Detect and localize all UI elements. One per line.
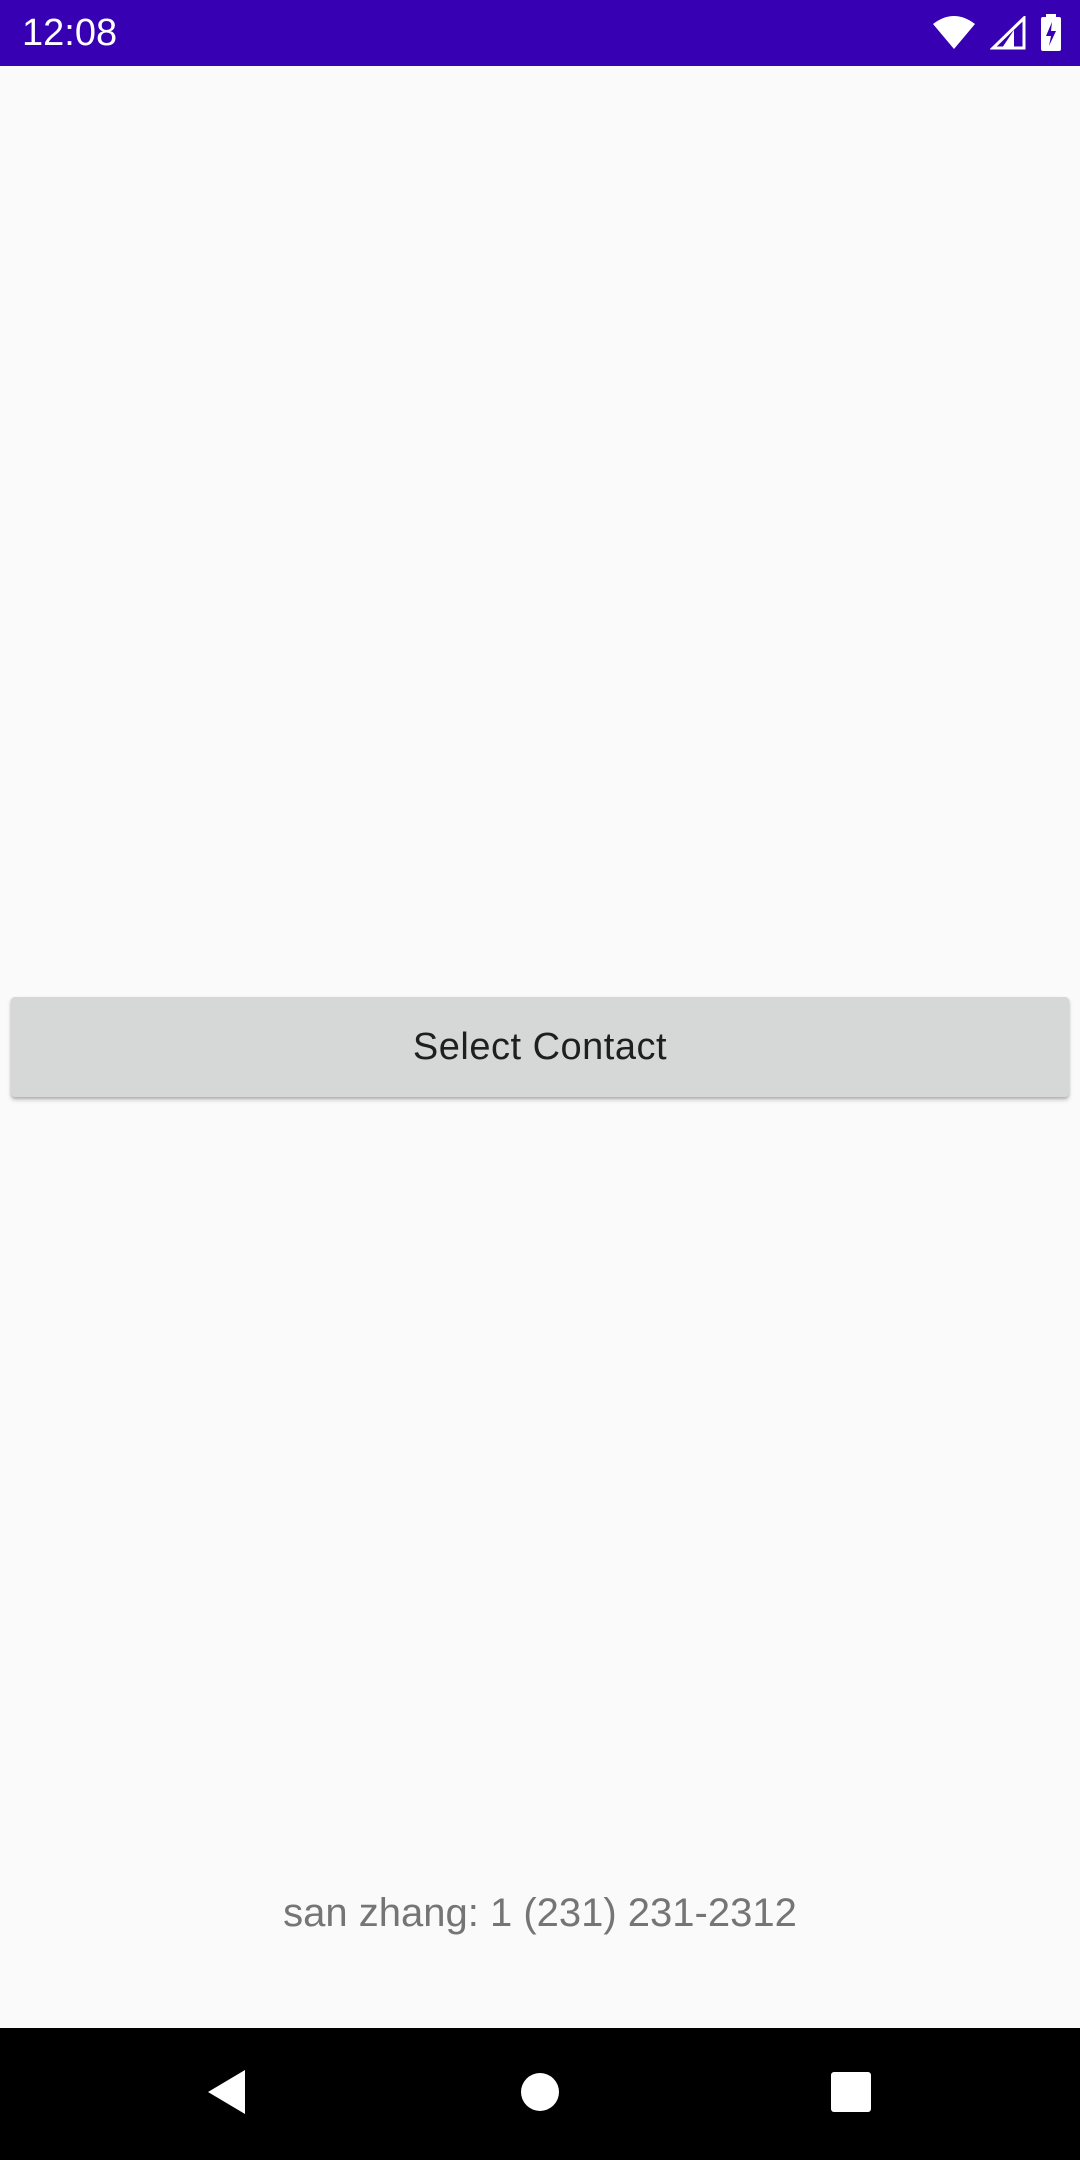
navigation-bar <box>0 2028 1080 2160</box>
home-button[interactable] <box>474 2028 606 2160</box>
app-content: Select Contact san zhang: 1 (231) 231-23… <box>0 66 1080 2028</box>
recents-icon <box>830 2071 872 2118</box>
status-bar: 12:08 <box>0 0 1080 66</box>
back-button[interactable] <box>161 2028 293 2160</box>
recents-button[interactable] <box>785 2028 917 2160</box>
cellular-signal-icon <box>990 16 1026 50</box>
back-icon <box>205 2068 249 2121</box>
battery-charging-icon <box>1040 14 1062 52</box>
status-time: 12:08 <box>22 12 118 54</box>
contact-result-text: san zhang: 1 (231) 231-2312 <box>283 1891 797 1935</box>
status-icons <box>932 12 1062 54</box>
wifi-icon <box>932 16 976 50</box>
home-icon <box>520 2072 560 2117</box>
select-contact-button[interactable]: Select Contact <box>11 997 1069 1097</box>
